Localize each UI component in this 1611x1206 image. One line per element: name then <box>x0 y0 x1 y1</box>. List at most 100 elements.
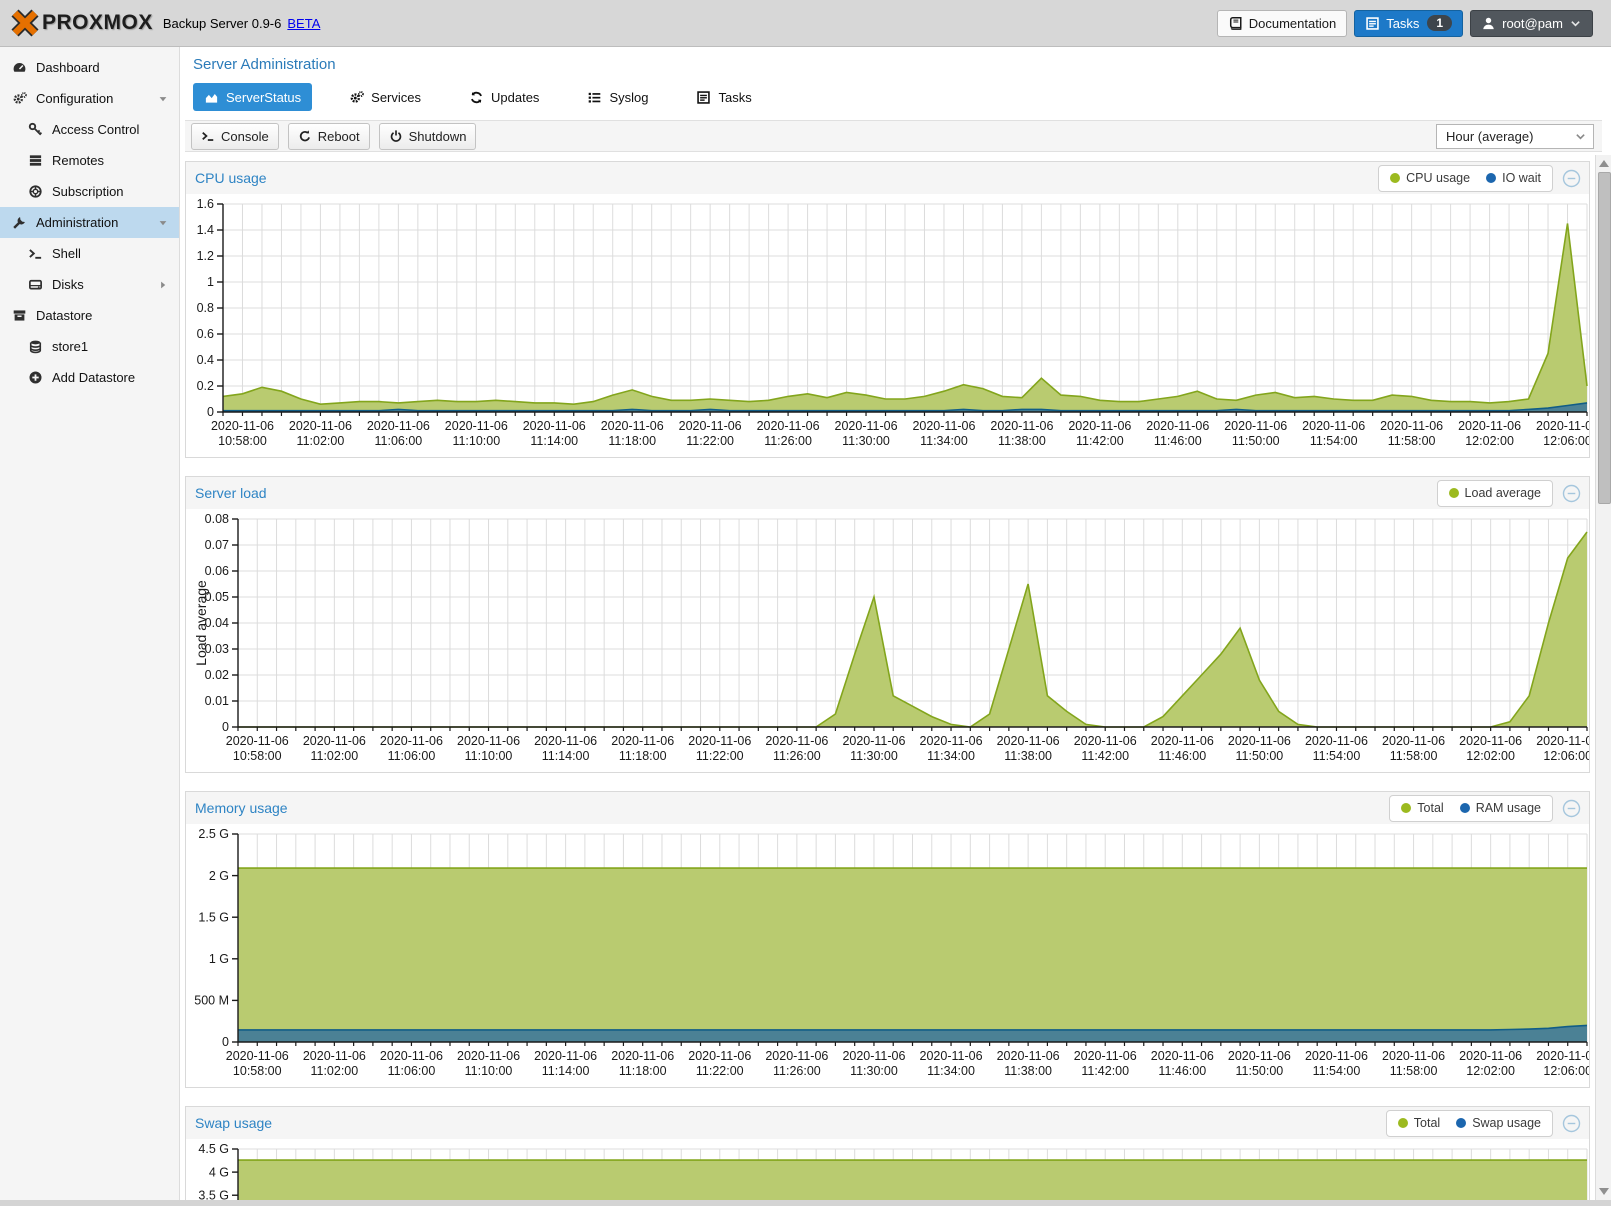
sidebar-item-access-control[interactable]: Access Control <box>0 114 179 145</box>
svg-text:11:58:00: 11:58:00 <box>1390 749 1438 763</box>
cpu-chart: 00.20.40.60.811.21.41.62020-11-0610:58:0… <box>186 194 1589 457</box>
svg-text:11:26:00: 11:26:00 <box>773 749 821 763</box>
sidebar-item-dashboard[interactable]: Dashboard <box>0 52 179 83</box>
legend-item: Swap usage <box>1456 1116 1541 1130</box>
user-label: root@pam <box>1502 16 1563 31</box>
terminal-icon <box>201 129 215 143</box>
svg-text:2020-11-06: 2020-11-06 <box>445 419 508 433</box>
swap-usage-panel: Swap usageTotalSwap usage0500 M1 G1.5 G2… <box>185 1106 1590 1206</box>
sidebar-item-label: Configuration <box>36 91 113 106</box>
svg-text:0.08: 0.08 <box>205 512 229 526</box>
svg-text:2020-11-06: 2020-11-06 <box>601 419 664 433</box>
svg-text:0: 0 <box>222 1035 229 1049</box>
user-menu-button[interactable]: root@pam <box>1470 10 1593 37</box>
svg-text:2020-11-06: 2020-11-06 <box>380 1049 443 1063</box>
svg-text:12:02:00: 12:02:00 <box>1466 749 1515 763</box>
legend-item: RAM usage <box>1460 801 1541 815</box>
time-range-select[interactable]: Hour (average) <box>1436 124 1594 149</box>
gears-icon <box>349 90 364 105</box>
load-chart-svg: 00.010.020.030.040.050.060.070.082020-11… <box>186 509 1589 767</box>
beta-link[interactable]: BETA <box>287 16 320 31</box>
vertical-scrollbar[interactable] <box>1595 155 1611 1200</box>
scroll-up-arrow[interactable] <box>1599 160 1609 167</box>
cpu-panel-header: CPU usageCPU usageIO wait <box>186 162 1589 194</box>
reboot-button[interactable]: Reboot <box>288 123 370 150</box>
tasks-count-badge: 1 <box>1427 15 1452 31</box>
shutdown-button[interactable]: Shutdown <box>379 123 477 150</box>
sidebar-item-subscription[interactable]: Subscription <box>0 176 179 207</box>
svg-text:11:34:00: 11:34:00 <box>927 749 975 763</box>
svg-text:2020-11-06: 2020-11-06 <box>1146 419 1209 433</box>
svg-text:2020-11-06: 2020-11-06 <box>688 734 751 748</box>
svg-text:1.2: 1.2 <box>197 249 214 263</box>
tab-services[interactable]: Services <box>338 83 432 111</box>
tab-label: Services <box>371 90 421 105</box>
cpu-panel-title: CPU usage <box>195 170 267 186</box>
minus-circle-icon <box>1562 169 1581 188</box>
svg-text:11:14:00: 11:14:00 <box>542 749 590 763</box>
svg-text:11:02:00: 11:02:00 <box>310 1064 358 1078</box>
tasks-button[interactable]: Tasks 1 <box>1354 10 1463 37</box>
chevron-down-icon <box>1569 17 1582 30</box>
sidebar-item-label: Add Datastore <box>52 370 135 385</box>
svg-text:2020-11-06: 2020-11-06 <box>1382 1049 1445 1063</box>
svg-text:0.4: 0.4 <box>197 353 214 367</box>
svg-text:2020-11-06: 2020-11-06 <box>688 1049 751 1063</box>
svg-text:11:14:00: 11:14:00 <box>542 1064 590 1078</box>
tab-tasks[interactable]: Tasks <box>685 83 762 111</box>
sidebar-item-configuration[interactable]: Configuration <box>0 83 179 114</box>
svg-text:2020-11-06: 2020-11-06 <box>842 734 905 748</box>
chevron-down-icon <box>1574 130 1587 143</box>
sidebar-item-add-datastore[interactable]: Add Datastore <box>0 362 179 393</box>
tab-label: Syslog <box>609 90 648 105</box>
console-button-label: Console <box>221 129 269 144</box>
cpu-chart-svg: 00.20.40.60.811.21.41.62020-11-0610:58:0… <box>186 194 1589 452</box>
svg-text:2020-11-06: 2020-11-06 <box>380 734 443 748</box>
console-button[interactable]: Console <box>191 123 279 150</box>
sidebar-item-label: Remotes <box>52 153 104 168</box>
cpu-legend: CPU usageIO wait <box>1378 165 1553 192</box>
tab-label: Tasks <box>718 90 751 105</box>
svg-text:2020-11-06: 2020-11-06 <box>534 1049 597 1063</box>
scrollbar-thumb[interactable] <box>1598 172 1611 504</box>
tab-syslog[interactable]: Syslog <box>576 83 659 111</box>
sidebar-item-remotes[interactable]: Remotes <box>0 145 179 176</box>
svg-text:2020-11-06: 2020-11-06 <box>990 419 1053 433</box>
svg-text:2020-11-06: 2020-11-06 <box>765 1049 828 1063</box>
svg-text:0.07: 0.07 <box>205 538 229 552</box>
sidebar-item-shell[interactable]: Shell <box>0 238 179 269</box>
shutdown-button-label: Shutdown <box>409 129 467 144</box>
svg-text:11:10:00: 11:10:00 <box>452 434 500 448</box>
load-usage-panel: Server loadLoad average00.010.020.030.04… <box>185 476 1590 773</box>
svg-text:2020-11-06: 2020-11-06 <box>835 419 898 433</box>
sidebar-item-datastore[interactable]: Datastore <box>0 300 179 331</box>
documentation-label: Documentation <box>1249 16 1336 31</box>
sidebar: Dashboard Configuration Access Control Remo… <box>0 47 180 1200</box>
svg-text:12:06:00: 12:06:00 <box>1543 749 1589 763</box>
svg-text:11:42:00: 11:42:00 <box>1076 434 1124 448</box>
svg-text:2020-11-06: 2020-11-06 <box>1536 1049 1589 1063</box>
svg-text:11:54:00: 11:54:00 <box>1313 1064 1361 1078</box>
legend-item: CPU usage <box>1390 171 1470 185</box>
legend-item: Total <box>1398 1116 1440 1130</box>
svg-text:2020-11-06: 2020-11-06 <box>920 1049 983 1063</box>
sidebar-item-label: store1 <box>52 339 88 354</box>
svg-text:2020-11-06: 2020-11-06 <box>912 419 975 433</box>
scroll-down-arrow[interactable] <box>1599 1188 1609 1195</box>
sidebar-item-label: Administration <box>36 215 118 230</box>
svg-text:11:30:00: 11:30:00 <box>850 749 898 763</box>
legend-label: Total <box>1417 801 1443 815</box>
tab-serverstatus[interactable]: ServerStatus <box>193 83 312 111</box>
svg-text:2020-11-06: 2020-11-06 <box>457 734 520 748</box>
legend-label: CPU usage <box>1406 171 1470 185</box>
sidebar-item-administration[interactable]: Administration <box>0 207 179 238</box>
documentation-button[interactable]: Documentation <box>1217 10 1347 37</box>
tab-updates[interactable]: Updates <box>458 83 550 111</box>
svg-text:2020-11-06: 2020-11-06 <box>303 1049 366 1063</box>
svg-text:0: 0 <box>222 720 229 734</box>
svg-text:2020-11-06: 2020-11-06 <box>1536 419 1589 433</box>
sidebar-item-disks[interactable]: Disks <box>0 269 179 300</box>
plus-circle-icon <box>28 370 43 385</box>
sidebar-item-store1[interactable]: store1 <box>0 331 179 362</box>
svg-text:0.06: 0.06 <box>205 564 229 578</box>
